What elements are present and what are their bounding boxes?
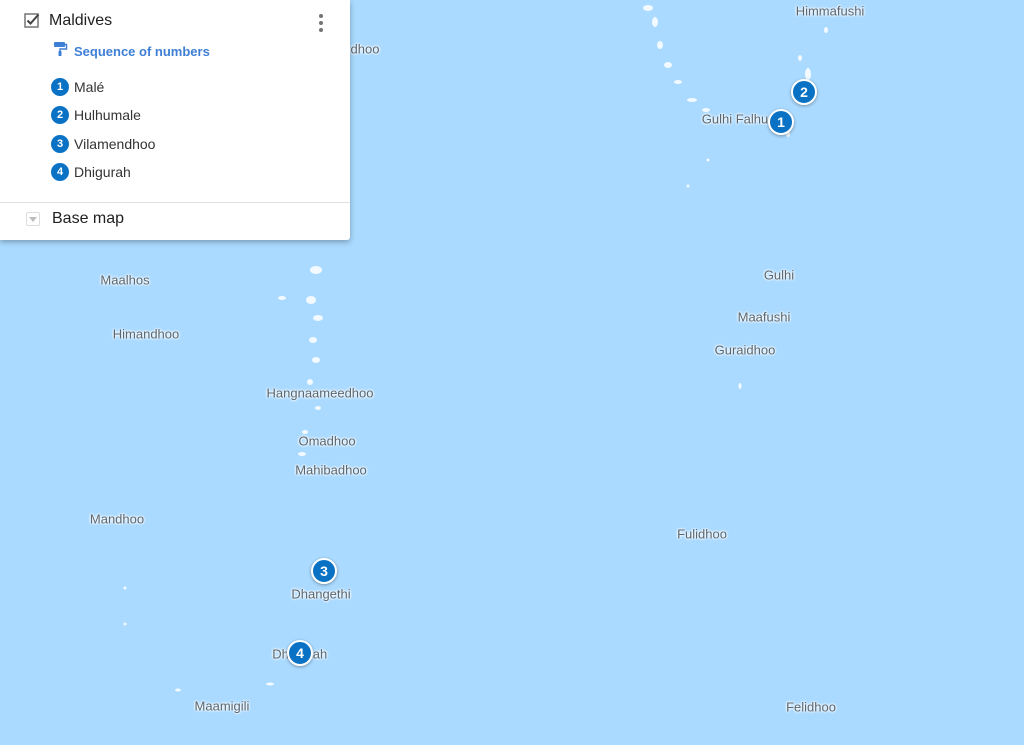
- location-item[interactable]: 4 Dhigurah: [51, 163, 131, 181]
- location-item[interactable]: 3 Vilamendhoo: [51, 135, 155, 153]
- checkbox-checked-icon[interactable]: [24, 13, 40, 29]
- map-marker-3[interactable]: 3: [311, 558, 337, 584]
- basemap-toggle-row[interactable]: Base map: [26, 210, 124, 228]
- panel-divider: [0, 202, 350, 203]
- chevron-down-icon[interactable]: [26, 212, 40, 226]
- style-selector[interactable]: Sequence of numbers: [53, 41, 210, 62]
- basemap-label: Base map: [52, 210, 125, 227]
- place-dhigurah-end: ah: [312, 646, 328, 662]
- location-number-badge: 4: [51, 163, 69, 181]
- place-dhoo-partial: dhoo: [350, 41, 380, 57]
- layer-title: Maldives: [49, 12, 113, 29]
- map-marker-4[interactable]: 4: [287, 640, 313, 666]
- place-gulhi: Gulhi: [763, 267, 795, 283]
- place-mahibadhoo: Mahibadhoo: [295, 462, 367, 478]
- place-maamigili: Maamigili: [194, 698, 250, 714]
- place-hangnaameedhoo: Hangnaameedhoo: [266, 385, 374, 401]
- place-mandhoo: Mandhoo: [89, 511, 145, 527]
- place-gulhi-falhu: Gulhi Falhu: [701, 111, 769, 127]
- location-number-badge: 3: [51, 135, 69, 153]
- map-marker-1[interactable]: 1: [768, 109, 794, 135]
- place-himmafushi: Himmafushi: [795, 3, 865, 19]
- place-guraidhoo: Guraidhoo: [714, 342, 776, 358]
- location-number-badge: 2: [51, 106, 69, 124]
- layer-header: Maldives: [24, 12, 112, 30]
- paint-roller-icon: [53, 41, 68, 62]
- map-marker-2[interactable]: 2: [791, 79, 817, 105]
- place-maafushi: Maafushi: [737, 309, 791, 325]
- place-omadhoo: Omadhoo: [298, 433, 356, 449]
- layers-panel: Maldives Sequence of numbers 1 Malé 2 Hu…: [0, 0, 350, 240]
- place-felidhoo: Felidhoo: [786, 699, 836, 715]
- location-name: Dhigurah: [74, 164, 131, 180]
- location-name: Hulhumale: [74, 107, 141, 123]
- style-label: Sequence of numbers: [74, 44, 210, 59]
- location-name: Malé: [74, 79, 105, 95]
- location-item[interactable]: 1 Malé: [51, 78, 104, 96]
- place-himandhoo: Himandhoo: [112, 326, 180, 342]
- place-dhangethi: Dhangethi: [291, 586, 351, 602]
- place-maalhos: Maalhos: [100, 272, 150, 288]
- location-item[interactable]: 2 Hulhumale: [51, 106, 141, 124]
- more-vert-icon[interactable]: [312, 12, 330, 34]
- location-name: Vilamendhoo: [74, 136, 156, 152]
- location-number-badge: 1: [51, 78, 69, 96]
- place-fulidhoo: Fulidhoo: [677, 526, 727, 542]
